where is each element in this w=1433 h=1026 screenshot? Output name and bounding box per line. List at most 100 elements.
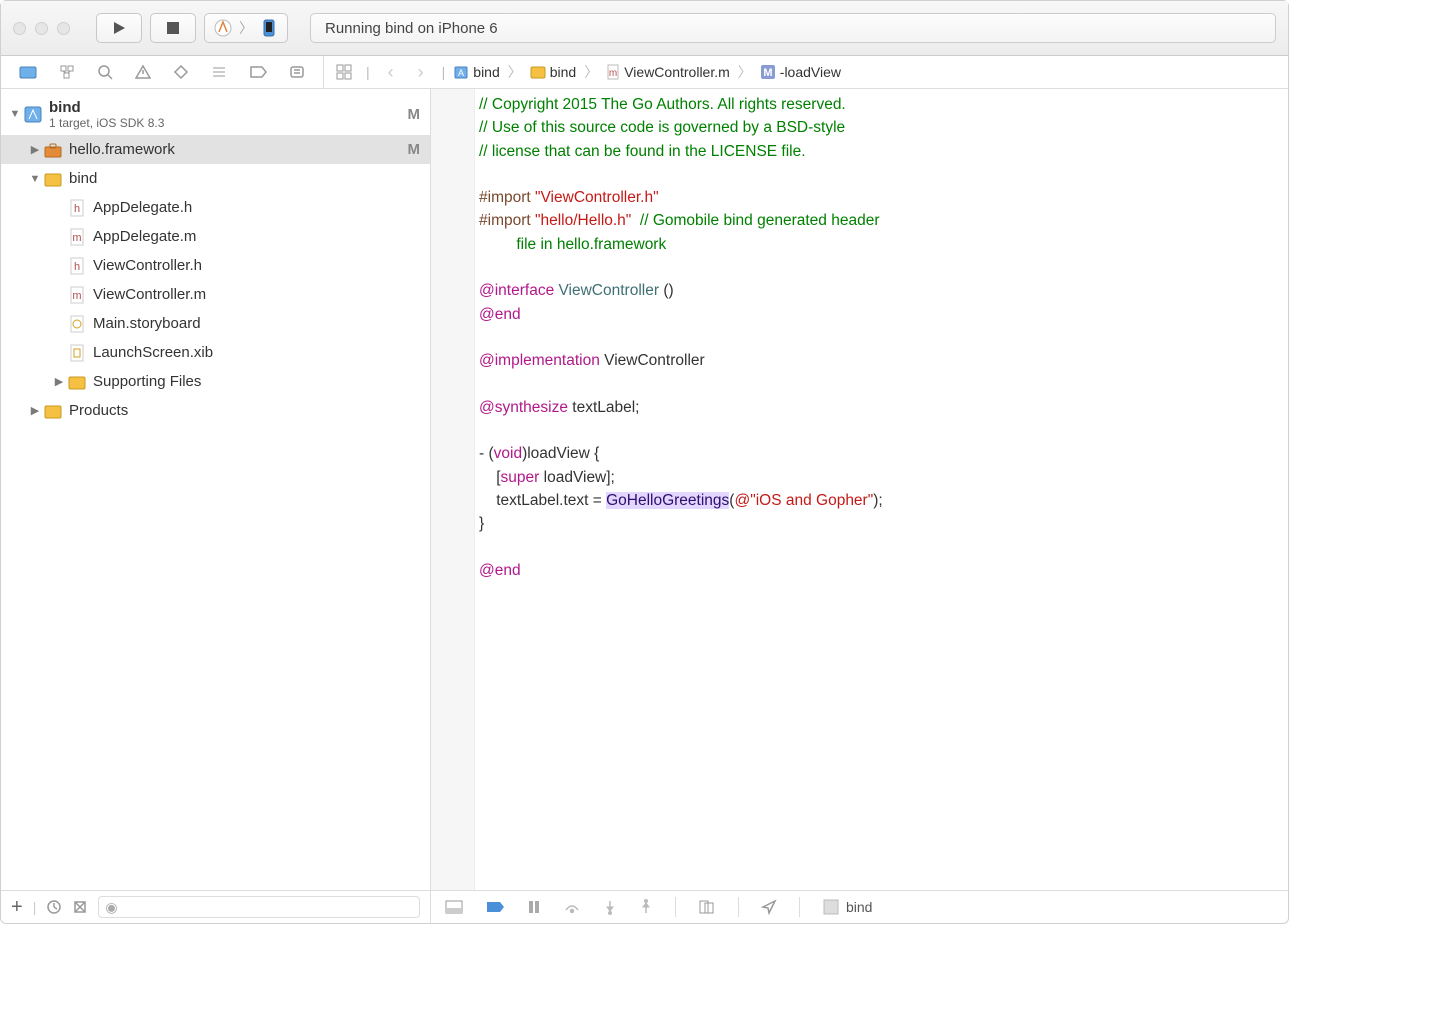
debug-navigator-tab[interactable] [211,64,227,80]
stop-button[interactable] [150,13,196,43]
location-icon[interactable] [761,899,777,915]
item-label: hello.framework [69,141,175,158]
folder-icon [67,374,87,390]
recent-filter-icon[interactable] [46,899,62,915]
bottom-bar: + | ◉ bind [1,890,1288,923]
disclosure-triangle[interactable]: ▶ [29,143,41,156]
tree-item-folder[interactable]: ▶ Supporting Files [1,367,430,396]
svg-text:m: m [72,232,81,244]
item-label: Products [69,402,128,419]
item-label: LaunchScreen.xib [93,344,213,361]
tree-item-file[interactable]: m AppDelegate.m [1,222,430,251]
hide-debug-icon[interactable] [445,900,463,914]
project-navigator-tab[interactable] [19,64,37,80]
tree-item-folder[interactable]: ▼ bind [1,164,430,193]
activity-status: Running bind on iPhone 6 [310,13,1276,43]
toolbox-icon [43,142,63,158]
folder-icon [43,403,63,419]
project-row[interactable]: ▼ bind 1 target, iOS SDK 8.3 M [1,93,430,135]
disclosure-triangle[interactable]: ▼ [29,173,41,185]
impl-file-icon: m [67,228,87,246]
zoom-button[interactable] [57,22,70,35]
step-over-icon[interactable] [563,900,581,914]
device-icon [259,18,279,38]
item-label: AppDelegate.h [93,199,192,216]
item-label: Main.storyboard [93,315,201,332]
navigator-filter-bar: + | ◉ [1,891,431,923]
tree-item-file[interactable]: m ViewController.m [1,280,430,309]
status-text: Running bind on iPhone 6 [325,20,498,37]
project-icon [23,104,43,124]
stop-icon [167,22,179,34]
folder-icon [43,171,63,187]
item-label: AppDelegate.m [93,228,196,245]
svg-text:h: h [74,261,80,273]
disclosure-triangle[interactable]: ▶ [29,404,41,417]
jump-bar[interactable]: | ‹ › | A bind 〉 bind 〉 m ViewController… [323,56,1288,88]
test-navigator-tab[interactable] [173,64,189,80]
svg-text:h: h [74,203,80,215]
add-button[interactable]: + [11,896,23,919]
item-label: ViewController.h [93,257,202,274]
disclosure-triangle[interactable]: ▶ [53,375,65,388]
minimize-button[interactable] [35,22,48,35]
related-items-icon[interactable] [330,64,358,80]
forward-button[interactable]: › [408,62,434,83]
filter-field[interactable]: ◉ [98,896,420,918]
breakpoint-navigator-tab[interactable] [249,65,267,79]
play-icon [112,21,126,35]
close-button[interactable] [13,22,26,35]
back-button[interactable]: ‹ [378,62,404,83]
tree-item-file[interactable]: h AppDelegate.h [1,193,430,222]
gutter[interactable] [431,89,475,890]
crumb-symbol[interactable]: M -loadView [760,64,841,80]
navigator-tab-bar: | ‹ › | A bind 〉 bind 〉 m ViewController… [1,56,1288,89]
code-editor[interactable]: // Copyright 2015 The Go Authors. All ri… [431,89,1288,890]
window-controls [13,22,70,35]
scm-status: M [408,141,421,158]
report-navigator-tab[interactable] [289,65,305,79]
svg-text:m: m [609,68,617,79]
svg-text:M: M [763,67,772,79]
svg-text:m: m [72,290,81,302]
header-file-icon: h [67,199,87,217]
breakpoints-icon[interactable] [485,900,505,914]
project-subtitle: 1 target, iOS SDK 8.3 [49,116,164,130]
crumb-project[interactable]: A bind [453,64,499,80]
scheme-selector[interactable]: 〉 [204,13,288,43]
code-content[interactable]: // Copyright 2015 The Go Authors. All ri… [475,89,1288,890]
step-out-icon[interactable] [639,899,653,915]
item-label: Supporting Files [93,373,201,390]
main-toolbar: 〉 Running bind on iPhone 6 [1,1,1288,56]
chevron-right-icon: 〉 [239,18,253,38]
storyboard-icon [67,315,87,333]
issue-navigator-tab[interactable] [135,64,151,80]
pause-icon[interactable] [527,900,541,914]
view-debug-icon[interactable] [698,899,716,915]
symbol-navigator-tab[interactable] [59,64,75,80]
tree-item-file[interactable]: LaunchScreen.xib [1,338,430,367]
app-icon [213,18,233,38]
header-file-icon: h [67,257,87,275]
project-navigator: ▼ bind 1 target, iOS SDK 8.3 M ▶ hello.f… [1,89,431,890]
step-into-icon[interactable] [603,899,617,915]
tree-item-folder[interactable]: ▶ Products [1,396,430,425]
scm-status: M [408,106,421,123]
debug-bar: bind [431,891,1288,923]
filter-icon: ◉ [105,899,117,916]
run-button[interactable] [96,13,142,43]
xib-icon [67,344,87,362]
crumb-file[interactable]: m ViewController.m [606,64,730,80]
process-picker[interactable]: bind [822,898,872,916]
crumb-group[interactable]: bind [530,64,576,80]
main-split: ▼ bind 1 target, iOS SDK 8.3 M ▶ hello.f… [1,89,1288,890]
find-navigator-tab[interactable] [97,64,113,80]
tree-item-file[interactable]: h ViewController.h [1,251,430,280]
item-label: bind [69,170,97,187]
impl-file-icon: m [67,286,87,304]
disclosure-triangle[interactable]: ▼ [9,108,21,120]
tree-item-framework[interactable]: ▶ hello.framework M [1,135,430,164]
file-tree: ▼ bind 1 target, iOS SDK 8.3 M ▶ hello.f… [1,89,430,890]
tree-item-file[interactable]: Main.storyboard [1,309,430,338]
scm-filter-icon[interactable] [72,899,88,915]
